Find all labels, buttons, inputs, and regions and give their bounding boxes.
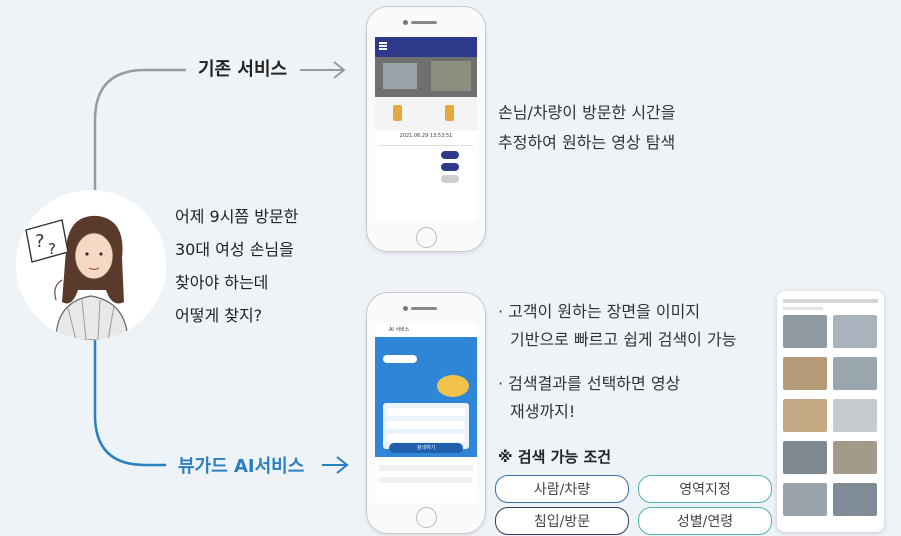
recent-list-item[interactable] — [379, 465, 473, 471]
woman-thinking-illustration: ? ? — [16, 190, 166, 340]
search-field[interactable] — [387, 434, 465, 442]
ai-service-phone: AI 서비스 검색하기 — [366, 292, 486, 534]
camera-icon[interactable] — [445, 105, 454, 121]
description-line: 추정하여 원하는 영상 탐색 — [498, 133, 676, 152]
filter-tab[interactable] — [383, 355, 417, 363]
video-frame — [431, 61, 471, 91]
app-header: AI 서비스 — [375, 323, 477, 338]
result-thumbnail[interactable] — [833, 315, 877, 348]
result-thumbnail[interactable] — [783, 399, 827, 432]
search-conditions-title: ※ 검색 가능 조건 — [498, 448, 612, 466]
results-header-text — [783, 299, 878, 303]
result-thumbnail[interactable] — [833, 357, 877, 390]
result-thumbnail[interactable] — [833, 399, 877, 432]
customer-question: 어제 9시쯤 방문한 30대 여성 손님을 찾아야 하는데 어떻게 찾지? — [175, 200, 298, 332]
ai-benefit-1: · 고객이 원하는 장면을 이미지 기반으로 빠르고 쉽게 검색이 가능 — [498, 298, 736, 354]
condition-chip-area: 영역지정 — [638, 475, 772, 503]
search-panel — [375, 337, 477, 457]
search-results-card — [777, 291, 884, 532]
result-thumbnail[interactable] — [783, 315, 827, 348]
question-line: 어떻게 찾지? — [175, 306, 263, 325]
phone-home-button — [416, 507, 437, 528]
condition-chip-person-vehicle: 사람/차량 — [495, 475, 629, 503]
question-line: 30대 여성 손님을 — [175, 240, 294, 259]
existing-service-label: 기존 서비스 — [198, 59, 288, 80]
question-line: 어제 9시쯤 방문한 — [175, 207, 299, 226]
result-thumbnail[interactable] — [783, 441, 827, 474]
phone-camera-dot — [403, 20, 408, 25]
cctv-app-screen: 2021.06.29 13:53:51 — [375, 37, 477, 221]
toggle-switch[interactable] — [441, 151, 459, 159]
results-subheader — [783, 307, 823, 310]
svg-text:?: ? — [35, 231, 45, 252]
benefit-line: 재생까지! — [510, 402, 576, 421]
playback-timestamp: 2021.06.29 13:53:51 — [399, 133, 453, 139]
result-thumbnail[interactable] — [783, 357, 827, 390]
ai-service-label: 뷰가드 AI서비스 — [178, 456, 305, 477]
infographic-canvas: 기존 서비스 뷰가드 AI서비스 ? ? 어제 9시쯤 방문한 30대 여성 손… — [0, 0, 901, 536]
toggle-switch[interactable] — [441, 163, 459, 171]
phone-speaker — [411, 307, 437, 310]
search-field[interactable] — [387, 408, 465, 416]
ai-app-screen: AI 서비스 검색하기 — [375, 323, 477, 503]
cctv-feed-top[interactable] — [375, 57, 477, 97]
condition-chip-intrusion-visit: 침입/방문 — [495, 507, 629, 535]
benefit-line: 기반으로 빠르고 쉽게 검색이 가능 — [510, 330, 737, 349]
benefit-line: · 검색결과를 선택하면 영상 — [498, 374, 681, 393]
phone-home-button — [416, 227, 437, 248]
condition-chip-gender-age: 성별/연령 — [638, 507, 772, 535]
app-header-title: AI 서비스 — [389, 327, 410, 333]
result-thumbnail[interactable] — [783, 483, 827, 516]
existing-service-phone: 2021.06.29 13:53:51 — [366, 6, 486, 252]
ai-benefit-2: · 검색결과를 선택하면 영상 재생까지! — [498, 370, 680, 426]
description-line: 손님/차량이 방문한 시간을 — [498, 103, 676, 122]
result-thumbnail[interactable] — [833, 483, 877, 516]
app-header-bar — [375, 37, 477, 57]
camera-icon[interactable] — [393, 105, 402, 121]
divider — [379, 145, 473, 146]
search-field[interactable] — [387, 421, 465, 429]
customer-avatar: ? ? — [16, 190, 166, 340]
benefit-line: · 고객이 원하는 장면을 이미지 — [498, 302, 701, 321]
toggle-switch[interactable] — [441, 175, 459, 183]
svg-text:?: ? — [48, 240, 56, 258]
camera-tile-row — [375, 97, 477, 131]
recent-list-item[interactable] — [379, 477, 473, 483]
menu-icon[interactable] — [379, 42, 387, 44]
existing-service-description: 손님/차량이 방문한 시간을 추정하여 원하는 영상 탐색 — [498, 98, 675, 158]
question-line: 찾아야 하는데 — [175, 273, 269, 292]
video-frame — [383, 63, 417, 89]
mascot-icon — [437, 375, 469, 397]
phone-speaker — [411, 21, 437, 24]
result-thumbnail[interactable] — [833, 441, 877, 474]
phone-camera-dot — [403, 306, 408, 311]
search-button[interactable]: 검색하기 — [389, 443, 463, 453]
